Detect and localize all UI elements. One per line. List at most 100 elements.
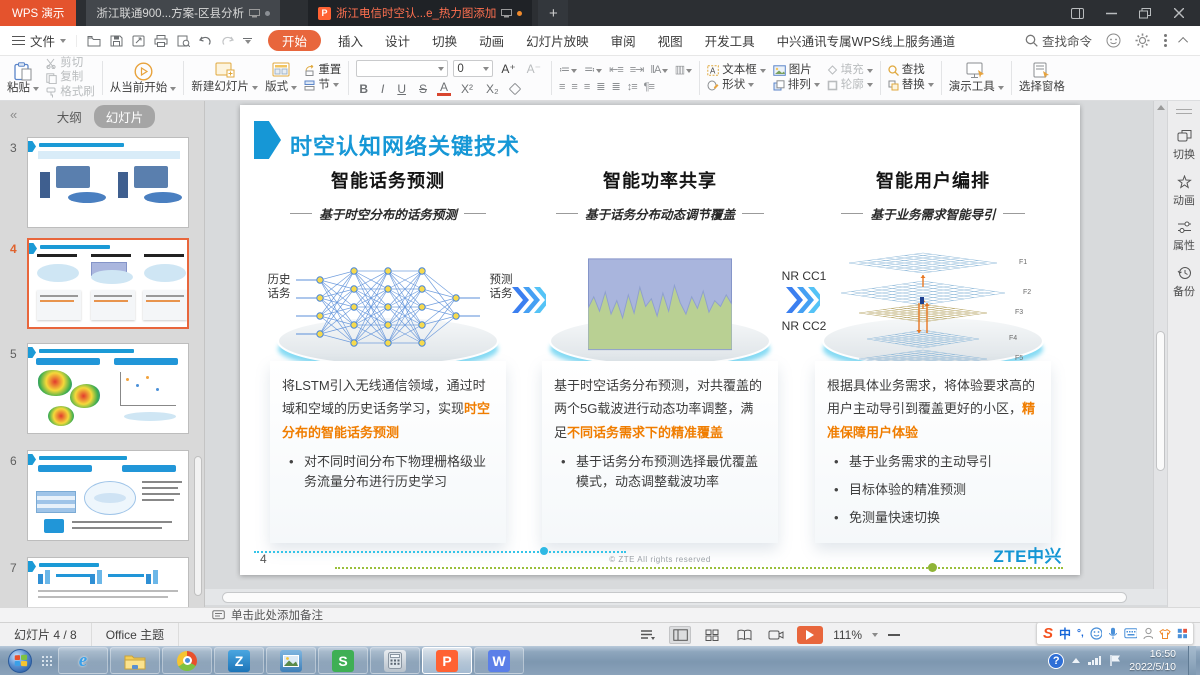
redo-icon[interactable]: [221, 35, 234, 46]
toolbox-grid-icon[interactable]: [1177, 628, 1187, 639]
tab-insert[interactable]: 插入: [327, 26, 374, 55]
bold-button[interactable]: B: [356, 82, 371, 96]
tab-home[interactable]: 开始: [268, 30, 321, 51]
slide-thumbnail-6[interactable]: [27, 450, 189, 541]
decrease-indent-icon[interactable]: ⇤≡: [609, 63, 623, 76]
find-button[interactable]: 查找: [888, 65, 934, 77]
section-button[interactable]: 节: [304, 80, 341, 92]
increase-indent-icon[interactable]: ≡⇥: [630, 63, 644, 76]
save-icon[interactable]: [110, 35, 123, 47]
ime-language-toggle[interactable]: 中: [1059, 625, 1071, 642]
column-power-sharing[interactable]: 智能功率共享 基于话务分布动态调节覆盖 NR CC1: [542, 167, 778, 357]
presentation-tools-button[interactable]: 演示工具: [949, 62, 1004, 94]
column-user-orchestration[interactable]: 智能用户编排 基于业务需求智能导引 F1 F2 F3 F4: [815, 167, 1051, 357]
minimize-button[interactable]: [1096, 2, 1126, 24]
print-icon[interactable]: [154, 35, 168, 47]
reset-button[interactable]: 重置: [304, 65, 341, 77]
microphone-icon[interactable]: [1108, 627, 1117, 640]
taskbar-ie-button[interactable]: e: [58, 647, 108, 674]
sogou-logo-icon[interactable]: S: [1043, 625, 1053, 642]
taskbar-calculator-button[interactable]: [370, 647, 420, 674]
open-icon[interactable]: [87, 35, 101, 47]
grow-font-button[interactable]: A⁺: [498, 62, 518, 76]
tab-transition[interactable]: 切换: [421, 26, 468, 55]
text-direction-icon[interactable]: ‖A: [650, 64, 667, 76]
font-color-button[interactable]: A: [437, 81, 451, 96]
projection-button[interactable]: [765, 626, 787, 644]
document-tab-inactive[interactable]: 浙江联通900...方案-区县分析: [86, 0, 280, 26]
tab-review[interactable]: 审阅: [600, 26, 647, 55]
undo-icon[interactable]: [199, 35, 212, 46]
tab-devtools[interactable]: 开发工具: [694, 26, 766, 55]
file-menu-button[interactable]: 文件: [0, 31, 76, 50]
strikethrough-button[interactable]: S: [416, 82, 430, 96]
start-button[interactable]: [3, 648, 37, 674]
panel-item-animation[interactable]: 动画: [1173, 175, 1195, 208]
zoom-level[interactable]: 111%: [833, 628, 862, 642]
slide-thumbnail-3[interactable]: [27, 137, 189, 228]
bullets-icon[interactable]: ≔: [559, 63, 577, 76]
new-slide-button[interactable]: 新建幻灯片: [191, 62, 258, 94]
tab-slideshow[interactable]: 幻灯片放映: [515, 26, 600, 55]
normal-view-button[interactable]: [669, 626, 691, 644]
tab-view[interactable]: 视图: [647, 26, 694, 55]
tray-expand-icon[interactable]: [1072, 658, 1080, 663]
vertical-scrollbar[interactable]: [1156, 331, 1165, 471]
notes-toggle-icon[interactable]: [637, 626, 659, 644]
shapes-button[interactable]: 形状: [707, 80, 766, 92]
layout-button[interactable]: 版式: [265, 62, 297, 94]
ime-flag-icon[interactable]: [1109, 654, 1121, 667]
italic-button[interactable]: I: [378, 82, 387, 96]
tray-help-icon[interactable]: ?: [1048, 653, 1064, 669]
picture-button[interactable]: 图片: [773, 65, 820, 77]
zoom-dropdown-icon[interactable]: [872, 633, 878, 637]
collapse-panel-button[interactable]: «: [10, 107, 17, 122]
distribute-icon[interactable]: ≣: [611, 80, 619, 93]
underline-button[interactable]: U: [394, 82, 409, 96]
superscript-button[interactable]: X²: [458, 82, 476, 96]
panel-item-transition[interactable]: 切换: [1173, 129, 1195, 162]
panel-item-backup[interactable]: 备份: [1173, 266, 1195, 299]
shrink-font-button[interactable]: A⁻: [524, 62, 544, 76]
document-tab-active[interactable]: P 浙江电信时空认...e_热力图添加: [308, 0, 532, 26]
tab-design[interactable]: 设计: [374, 26, 421, 55]
subscript-button[interactable]: X₂: [483, 82, 502, 96]
slide-title[interactable]: 时空认知网络关键技术: [290, 129, 520, 161]
numbering-icon[interactable]: ≕: [584, 63, 602, 76]
text-card-power[interactable]: 基于时空话务分布预测，对共覆盖的两个5G载波进行动态功率调整，满足不同话务需求下…: [542, 361, 778, 543]
taskbar-wps-presentation-button[interactable]: P: [422, 647, 472, 674]
scroll-up-icon[interactable]: [1157, 105, 1165, 110]
find-command[interactable]: 查找命令: [1025, 31, 1092, 50]
tab-slides[interactable]: 幻灯片: [94, 105, 156, 128]
textbox-button[interactable]: A文本框: [707, 65, 766, 77]
show-desktop-button[interactable]: [1188, 646, 1196, 675]
align-center-icon[interactable]: ≡: [571, 81, 576, 93]
arrange-button[interactable]: 排列: [773, 80, 820, 92]
gear-icon[interactable]: [1135, 33, 1150, 48]
sidebar-scrollbar[interactable]: [194, 456, 202, 596]
slide-thumbnail-5[interactable]: [27, 343, 189, 434]
taskbar-wps-sheets-button[interactable]: S: [318, 647, 368, 674]
restore-button[interactable]: [1130, 2, 1160, 24]
slide-thumbnail-7[interactable]: [27, 557, 189, 607]
taskbar-explorer-button[interactable]: [110, 647, 160, 674]
justify-icon[interactable]: ≣: [596, 80, 604, 93]
close-button[interactable]: [1164, 2, 1194, 24]
format-painter-button[interactable]: 格式刷: [46, 87, 95, 99]
font-size-select[interactable]: 0: [453, 60, 493, 77]
network-signal-icon[interactable]: [1088, 656, 1101, 665]
slideshow-play-button[interactable]: [797, 626, 823, 644]
taskbar-photos-button[interactable]: [266, 647, 316, 674]
skin-shirt-icon[interactable]: [1159, 628, 1170, 640]
line-spacing-icon[interactable]: ↕≡: [627, 81, 637, 93]
font-name-select[interactable]: [356, 60, 448, 77]
tray-clock[interactable]: 16:50 2022/5/10: [1129, 648, 1180, 673]
ime-punctuation-toggle[interactable]: °,: [1077, 628, 1084, 639]
interface-mode-icon[interactable]: [1062, 2, 1092, 24]
taskbar-z-app-button[interactable]: Z: [214, 647, 264, 674]
new-tab-button[interactable]: +: [538, 0, 568, 26]
ime-toolbar[interactable]: S 中 °,: [1036, 622, 1194, 645]
replace-button[interactable]: 替换: [888, 80, 934, 92]
tab-animation[interactable]: 动画: [468, 26, 515, 55]
clear-format-icon[interactable]: [509, 83, 521, 95]
